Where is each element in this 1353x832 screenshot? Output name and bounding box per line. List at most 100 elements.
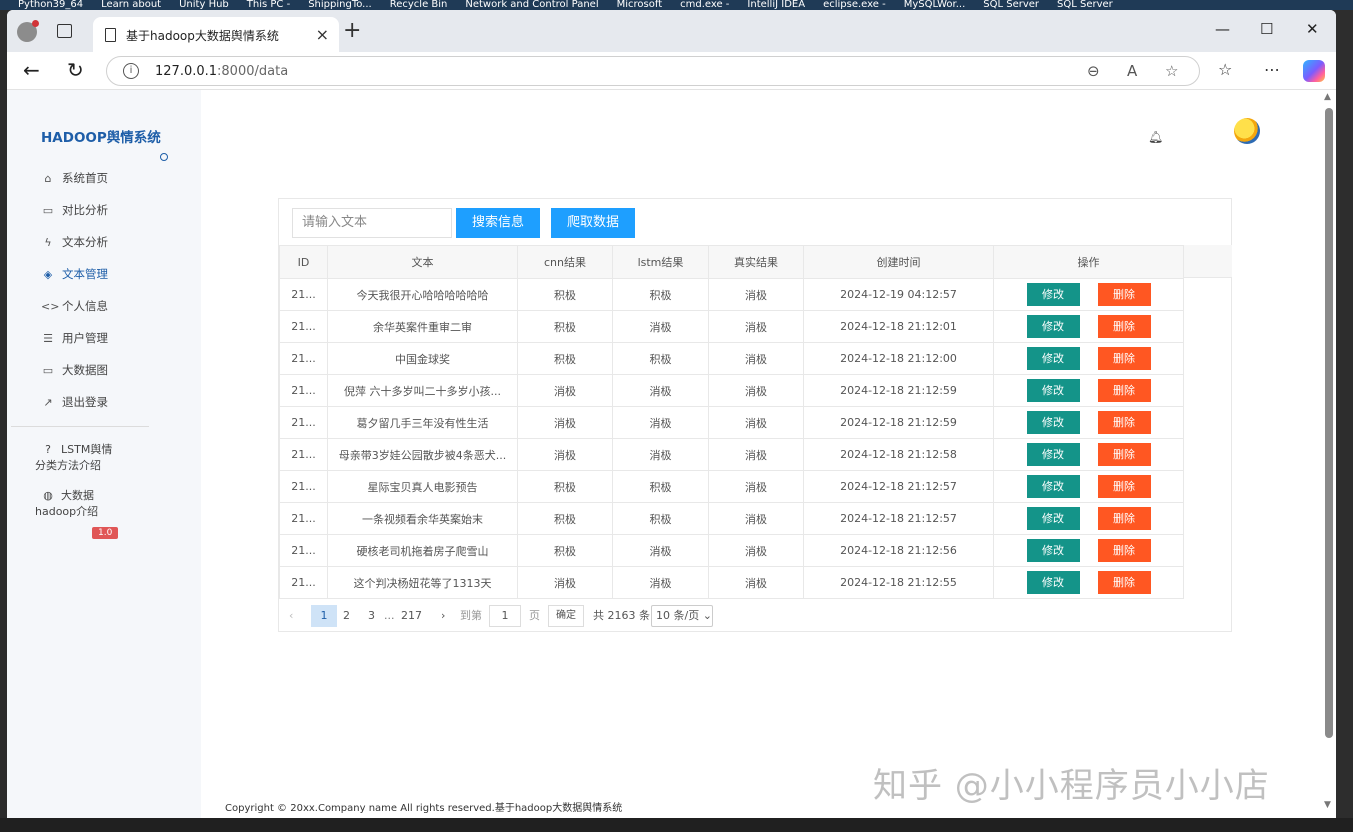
page-1[interactable]: 1: [311, 605, 337, 627]
edit-button[interactable]: 修改: [1026, 411, 1080, 434]
column-header: 文本: [327, 245, 518, 279]
page-last[interactable]: 217: [401, 605, 422, 627]
cnn-result-cell: 积极: [517, 502, 613, 535]
version-badge: 1.0: [92, 527, 119, 539]
next-page-icon[interactable]: ›: [441, 605, 445, 627]
page-2[interactable]: 2: [343, 605, 350, 627]
lstm-result-cell: 消极: [612, 438, 709, 471]
edit-button[interactable]: 修改: [1026, 571, 1080, 594]
sidebar-item-label: 对比分析: [62, 203, 108, 217]
delete-button[interactable]: 删除: [1097, 379, 1151, 402]
edit-button[interactable]: 修改: [1026, 315, 1080, 338]
delete-button[interactable]: 删除: [1097, 315, 1151, 338]
refresh-icon[interactable]: ↻: [67, 58, 84, 82]
text-cell: 这个判决杨妞花等了1313天: [327, 566, 518, 599]
edit-button[interactable]: 修改: [1026, 283, 1080, 306]
id-cell: 21...: [279, 406, 328, 439]
crawl-button[interactable]: 爬取数据: [551, 208, 635, 238]
back-icon[interactable]: ←: [23, 58, 40, 82]
table-row: 21... 硬核老司机拖着房子爬雪山 积极 消极 消极 2024-12-18 21:12:…: [279, 534, 1184, 567]
delete-button[interactable]: 删除: [1097, 283, 1151, 306]
delete-button[interactable]: 删除: [1097, 539, 1151, 562]
text-cell: 一条视频看余华英案始末: [327, 502, 518, 535]
home-icon: ⌂: [44, 172, 52, 185]
sidebar-extra-link[interactable]: ? LSTM舆情 分类方法介绍: [35, 442, 113, 474]
search-button[interactable]: 搜索信息: [456, 208, 540, 238]
edit-button[interactable]: 修改: [1026, 475, 1080, 498]
table-row: 21... 葛夕留几手三年没有性生活 消极 消极 消极 2024-12-18 21:12:…: [279, 406, 1184, 439]
sidebar-toggle-icon[interactable]: [160, 153, 168, 161]
delete-button[interactable]: 删除: [1097, 475, 1151, 498]
column-header: cnn结果: [517, 245, 613, 279]
sidebar-item[interactable]: ☰ 用户管理: [41, 330, 108, 346]
actions-cell: 修改 删除: [993, 534, 1184, 567]
delete-button[interactable]: 删除: [1097, 443, 1151, 466]
text-cell: 中国金球奖: [327, 342, 518, 375]
search-input[interactable]: 请输入文本: [292, 208, 452, 238]
close-tab-icon[interactable]: ×: [316, 25, 329, 44]
edit-button[interactable]: 修改: [1026, 379, 1080, 402]
sidebar-extra-link[interactable]: ◍ 大数据 hadoop介绍: [35, 488, 98, 520]
bell-icon[interactable]: 🔔︎: [1148, 130, 1163, 144]
edit-button[interactable]: 修改: [1026, 347, 1080, 370]
favorite-star-icon[interactable]: ☆: [1165, 62, 1178, 80]
url-field[interactable]: i 127.0.0.1:8000/data ⊖ A ☆: [106, 56, 1200, 86]
per-page-select[interactable]: 10 条/页 ⌄: [651, 605, 713, 627]
scroll-thumb[interactable]: [1325, 108, 1333, 738]
more-menu-icon[interactable]: ⋯: [1264, 60, 1280, 79]
goto-confirm-button[interactable]: 确定: [548, 605, 584, 627]
sidebar: HADOOP舆情系统 ⌂ 系统首页 ▭ 对比分析 ϟ 文本分析 ◈ 文本管理 <> 个人信息 ☰ 用户…: [7, 90, 201, 818]
desktop-shortcut-label: SQL Server: [983, 0, 1040, 10]
cnn-result-cell: 积极: [517, 278, 613, 311]
scroll-down-icon[interactable]: ▼: [1324, 800, 1331, 810]
text-cell: 葛夕留几手三年没有性生活: [327, 406, 518, 439]
active-tab[interactable]: 基于hadoop大数据舆情系统 ×: [93, 17, 339, 52]
sidebar-item[interactable]: ◈ 文本管理: [41, 266, 108, 282]
close-window-icon[interactable]: ✕: [1306, 20, 1319, 38]
scroll-up-icon[interactable]: ▲: [1324, 92, 1331, 102]
goto-page-input[interactable]: 1: [489, 605, 521, 627]
created-time-cell: 2024-12-18 21:12:56: [803, 534, 994, 567]
web-page: HADOOP舆情系统 ⌂ 系统首页 ▭ 对比分析 ϟ 文本分析 ◈ 文本管理 <> 个人信息 ☰ 用户…: [7, 90, 1336, 818]
id-cell: 21...: [279, 310, 328, 343]
sidebar-item[interactable]: ↗ 退出登录: [41, 394, 108, 410]
monitor-icon: ▭: [42, 204, 54, 217]
sidebar-item[interactable]: <> 个人信息: [41, 298, 108, 314]
text-cell: 倪萍 六十多岁叫二十多岁小孩...: [327, 374, 518, 407]
vertical-scrollbar[interactable]: ▲ ▼: [1321, 90, 1336, 818]
id-cell: 21...: [279, 438, 328, 471]
site-info-icon[interactable]: i: [123, 63, 139, 79]
actions-cell: 修改 删除: [993, 374, 1184, 407]
profile-icon[interactable]: [17, 20, 39, 42]
sidebar-extra-title: LSTM舆情: [61, 443, 113, 456]
delete-button[interactable]: 删除: [1097, 507, 1151, 530]
edit-button[interactable]: 修改: [1026, 507, 1080, 530]
cnn-result-cell: 积极: [517, 534, 613, 567]
sidebar-item[interactable]: ϟ 文本分析: [41, 234, 108, 250]
created-time-cell: 2024-12-18 21:12:57: [803, 470, 994, 503]
zoom-icon[interactable]: ⊖: [1087, 62, 1100, 80]
copilot-icon[interactable]: [1303, 60, 1325, 82]
new-tab-icon[interactable]: +: [343, 18, 361, 43]
edit-button[interactable]: 修改: [1026, 443, 1080, 466]
real-result-cell: 消极: [708, 566, 804, 599]
minimize-icon[interactable]: —: [1215, 20, 1230, 38]
column-header: 创建时间: [803, 245, 994, 279]
delete-button[interactable]: 删除: [1097, 411, 1151, 434]
sidebar-item-label: 文本管理: [62, 267, 108, 281]
delete-button[interactable]: 删除: [1097, 347, 1151, 370]
delete-button[interactable]: 删除: [1097, 571, 1151, 594]
prev-page-icon[interactable]: ‹: [289, 605, 293, 627]
read-aloud-icon[interactable]: A: [1127, 62, 1137, 80]
actions-cell: 修改 删除: [993, 406, 1184, 439]
favorites-icon[interactable]: ☆: [1218, 60, 1232, 79]
edit-button[interactable]: 修改: [1026, 539, 1080, 562]
page-3[interactable]: 3: [368, 605, 375, 627]
sidebar-item[interactable]: ⌂ 系统首页: [41, 170, 109, 186]
tab-actions-icon[interactable]: [57, 24, 72, 38]
sidebar-item[interactable]: ▭ 大数据图: [41, 362, 108, 378]
avatar[interactable]: [1234, 118, 1260, 144]
maximize-icon[interactable]: ☐: [1260, 20, 1273, 38]
sidebar-item[interactable]: ▭ 对比分析: [41, 202, 108, 218]
text-cell: 硬核老司机拖着房子爬雪山: [327, 534, 518, 567]
